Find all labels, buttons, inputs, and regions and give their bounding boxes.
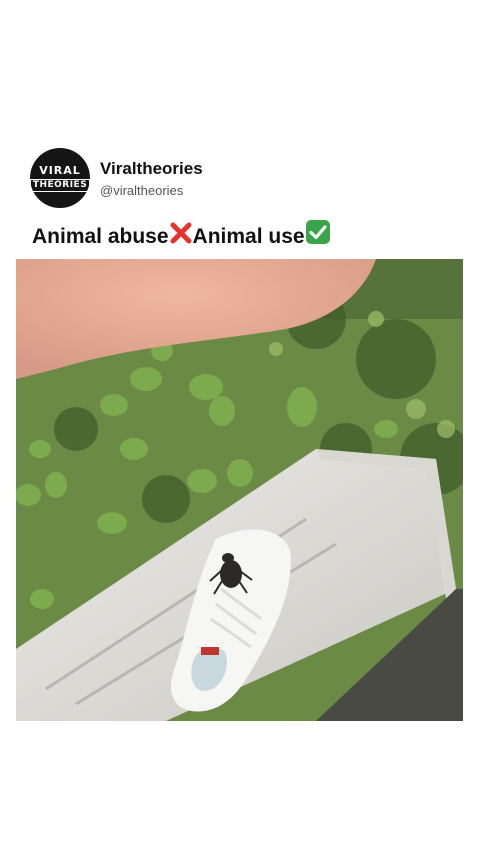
avatar-logo-top: VIRAL: [39, 163, 81, 177]
avatar[interactable]: VIRAL THEORIES: [29, 148, 91, 208]
cross-mark-icon: [169, 221, 193, 251]
post-header: VIRAL THEORIES Viraltheories @viraltheor…: [29, 148, 203, 208]
author-handle[interactable]: @viraltheories: [100, 183, 203, 198]
author-display-name[interactable]: Viraltheories: [100, 159, 203, 179]
check-mark-icon: [305, 219, 331, 251]
avatar-logo-bottom: THEORIES: [29, 178, 91, 192]
caption-part-1: Animal abuse: [32, 225, 169, 248]
post-caption: Animal abuse Animal use: [32, 219, 331, 251]
post-video[interactable]: [16, 259, 463, 721]
post-card: VIRAL THEORIES Viraltheories @viraltheor…: [0, 0, 480, 854]
author-info: Viraltheories @viraltheories: [100, 159, 203, 198]
caption-part-2: Animal use: [192, 225, 305, 248]
